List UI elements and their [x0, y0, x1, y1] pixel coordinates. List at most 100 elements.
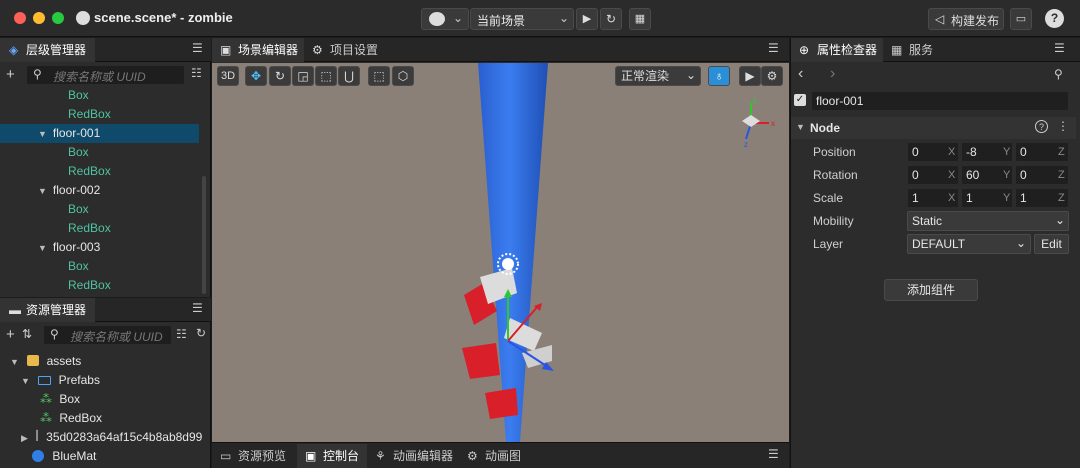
scale-z-input[interactable]: 1Z [1015, 188, 1069, 208]
qrcode-button[interactable]: ▦ [629, 8, 651, 30]
asset-bluemat-row[interactable]: BlueMat [32, 447, 96, 466]
close-window-button[interactable] [14, 12, 26, 24]
assets-search-input[interactable]: ⚲ 搜索名称或 UUID [44, 326, 171, 344]
scale-icon: ◲ [297, 69, 309, 83]
tab-hierarchy[interactable]: ◈ 层级管理器 [0, 38, 95, 62]
menu-icon[interactable]: ☰ [1054, 41, 1065, 55]
node-active-checkbox[interactable]: ✓ [794, 94, 806, 106]
refresh-icon[interactable]: ↻ [196, 326, 206, 340]
play-button[interactable]: ▶ [576, 8, 598, 30]
layer-select[interactable]: DEFAULT ⌄ [907, 234, 1031, 254]
open-folder-button[interactable]: ▭ [1010, 8, 1032, 30]
scale-tool-button[interactable]: ◲ [292, 66, 314, 86]
node-section-header[interactable]: ▼ Node ? ⋮ [791, 117, 1076, 139]
build-button-label: 构建发布 [951, 14, 1000, 28]
move-tool-button[interactable]: ✥ [245, 66, 267, 86]
position-x-input[interactable]: 0X [907, 142, 959, 162]
camera-button[interactable]: ▶ [739, 66, 761, 86]
tab-project-settings-label: 项目设置 [330, 43, 379, 57]
scene-settings-button[interactable]: ⚙ [761, 66, 783, 86]
tab-service[interactable]: ▦ 服务 [883, 38, 943, 62]
scale-x-input[interactable]: 1X [907, 188, 959, 208]
tab-assets[interactable]: ▬ 资源管理器 [0, 298, 95, 322]
tab-animation-graph[interactable]: ⚙ 动画图 [459, 444, 534, 468]
add-asset-icon[interactable]: + [6, 326, 15, 343]
tree-node-row[interactable]: ▼ floor-001 [0, 124, 199, 143]
tab-hierarchy-label: 层级管理器 [26, 43, 87, 57]
local-pivot-button[interactable]: ⬚ [368, 66, 390, 86]
add-node-icon[interactable]: + [6, 66, 15, 83]
tab-animation-editor[interactable]: ⚘ 动画编辑器 [367, 444, 459, 468]
global-space-button[interactable]: ⬡ [392, 66, 414, 86]
position-z-input[interactable]: 0Z [1015, 142, 1069, 162]
asset-root-row[interactable]: ▼ assets [10, 352, 81, 371]
red-platform[interactable] [485, 388, 518, 419]
tree-node-row[interactable]: ▼ floor-002 [0, 181, 199, 200]
lighting-toggle-button[interactable]: ♁ [708, 66, 730, 86]
tree-leaf-row[interactable]: RedBox [0, 162, 199, 181]
mobility-select[interactable]: Static ⌄ [907, 211, 1069, 231]
build-button[interactable]: ◁ 构建发布 [928, 8, 1004, 30]
tab-console[interactable]: ▣ 控制台 [297, 444, 367, 468]
menu-icon[interactable]: ☰ [192, 41, 203, 55]
asset-redbox-row[interactable]: ⁂ RedBox [40, 409, 102, 428]
blue-cylinder[interactable] [478, 63, 548, 442]
rotation-x-input[interactable]: 0X [907, 165, 959, 185]
node-name-input[interactable]: floor-001 [811, 91, 1069, 111]
tree-leaf-row[interactable]: Box [0, 86, 199, 105]
tree-node-row[interactable]: ▼ floor-003 [0, 238, 199, 257]
help-button[interactable]: ? [1045, 9, 1064, 28]
add-component-button[interactable]: 添加组件 [884, 279, 978, 301]
toggle-3d-button[interactable]: 3D [217, 66, 239, 86]
scene-select[interactable]: 当前场景 ⌄ [470, 8, 574, 30]
scene-picker-button[interactable]: ⌄ [421, 8, 469, 30]
scale-y-input[interactable]: 1Y [961, 188, 1013, 208]
svg-text:z: z [744, 140, 748, 149]
tree-leaf-row[interactable]: RedBox [0, 105, 199, 124]
rotate-tool-button[interactable]: ↻ [269, 66, 291, 86]
hierarchy-search-input[interactable]: ⚲ 搜索名称或 UUID [27, 66, 184, 84]
layer-edit-button[interactable]: Edit [1034, 234, 1069, 254]
filter-icon[interactable]: ☷ [176, 327, 187, 341]
asset-prefabs-row[interactable]: ▼ Prefabs [21, 371, 100, 390]
render-mode-select[interactable]: 正常渲染 ⌄ [615, 66, 701, 86]
sort-icon[interactable]: ☷ [191, 66, 202, 80]
sort-icon[interactable]: ⇅ [22, 327, 32, 341]
back-arrow-icon[interactable]: ‹ [798, 65, 803, 83]
tree-leaf-row[interactable]: Box [0, 143, 199, 162]
menu-icon[interactable]: ☰ [192, 301, 203, 315]
svg-text:x: x [771, 119, 775, 128]
tab-project-settings[interactable]: ⚙ 项目设置 [304, 38, 394, 62]
pin-icon[interactable]: ⚲ [1054, 67, 1063, 81]
position-y-value: -8 [966, 145, 977, 159]
rotation-z-input[interactable]: 0Z [1015, 165, 1069, 185]
tab-scene-editor[interactable]: ▣ 场景编辑器 [212, 38, 304, 62]
zoom-window-button[interactable] [52, 12, 64, 24]
menu-icon[interactable]: ☰ [768, 41, 779, 55]
minimize-window-button[interactable] [33, 12, 45, 24]
tree-leaf-row[interactable]: RedBox [0, 276, 199, 295]
more-vertical-icon[interactable]: ⋮ [1057, 119, 1069, 133]
layer-edit-label: Edit [1041, 237, 1062, 251]
forward-arrow-icon[interactable]: › [830, 65, 835, 83]
mesh-icon: ꟾ [35, 430, 39, 444]
tree-leaf-row[interactable]: Box [0, 257, 199, 276]
position-y-input[interactable]: -8 Y [961, 142, 1013, 162]
asset-box-row[interactable]: ⁂ Box [40, 390, 80, 409]
help-icon[interactable]: ? [1035, 120, 1048, 133]
red-platform[interactable] [462, 343, 500, 379]
rect-tool-button[interactable]: ⬚ [315, 66, 337, 86]
refresh-button[interactable]: ↻ [600, 8, 622, 30]
snap-tool-button[interactable]: ⋃ [338, 66, 360, 86]
menu-icon[interactable]: ☰ [768, 447, 779, 461]
hierarchy-scrollbar[interactable] [202, 176, 206, 294]
tree-leaf-row[interactable]: RedBox [0, 219, 199, 238]
light-gizmo[interactable] [502, 258, 514, 270]
rotation-y-input[interactable]: 60 Y [961, 165, 1013, 185]
tab-asset-preview[interactable]: ▭ 资源预览 [212, 444, 297, 468]
asset-uuid-row[interactable]: ▶ ꟾ 35d0283a64af15c4b8ab8d99 [21, 428, 211, 447]
asset-redbox-label: RedBox [59, 411, 103, 425]
tab-inspector[interactable]: ⊕ 属性检查器 [791, 38, 883, 62]
tree-leaf-row[interactable]: Box [0, 200, 199, 219]
scene-viewport[interactable]: y x z 3D ✥ ↻ ◲ ⬚ ⋃ ⬚ ⬡ 正常渲染 ⌄ ♁ ▶ ⚙ [212, 63, 789, 442]
